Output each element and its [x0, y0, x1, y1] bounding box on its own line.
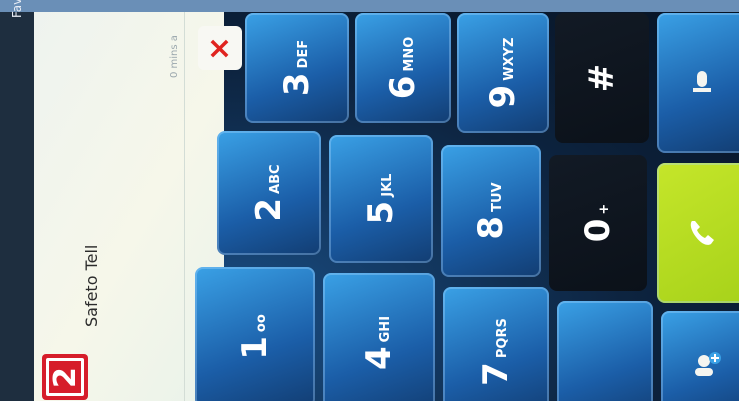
voicemail-icon: oo — [254, 314, 269, 333]
key-8-letters: TUV — [490, 182, 505, 212]
key-1-digit: 1 — [235, 336, 275, 360]
divider — [184, 12, 185, 401]
key-2-digit: 2 — [249, 197, 289, 222]
keypad: 3DEF 6MNO 9WXYZ # 2ABC 5JKL 8TUV 0+ 1oo … — [195, 5, 739, 401]
key-1[interactable]: 1 oo — [195, 267, 315, 401]
key-7[interactable]: 7 PQRS — [443, 287, 549, 401]
key-4-digit: 4 — [359, 346, 399, 371]
key-9-digit: 9 — [483, 84, 523, 109]
key-8-digit: 8 — [471, 215, 511, 240]
dialer-screen: Favorite Safeto Tell 0 mins a × 2 3DEF 6… — [0, 0, 739, 401]
tab-favorite[interactable]: Favorite — [10, 0, 24, 18]
key-0[interactable]: 0+ — [549, 155, 647, 291]
key-6[interactable]: 6 MNO — [355, 13, 451, 123]
key-0-digit: 0 — [578, 218, 618, 243]
key-5[interactable]: 5 JKL — [329, 135, 433, 263]
microphone-icon — [693, 71, 711, 92]
key-9[interactable]: 9 WXYZ — [457, 13, 549, 133]
call-button[interactable] — [657, 163, 739, 303]
key-2[interactable]: 2 ABC — [217, 131, 321, 255]
badge-number: 2 — [47, 366, 83, 388]
key-5-letters: JKL — [380, 173, 395, 197]
mic-button[interactable] — [657, 13, 739, 153]
key-star[interactable] — [557, 301, 653, 401]
key-8[interactable]: 8 TUV — [441, 145, 541, 277]
contact-name: Safeto Tell — [82, 244, 101, 327]
key-3-letters: DEF — [296, 39, 311, 69]
phone-icon — [690, 221, 714, 245]
key-3[interactable]: 3 DEF — [245, 13, 349, 123]
add-contact-button[interactable] — [661, 311, 739, 401]
key-4-letters: GHI — [378, 315, 393, 343]
key-0-letters: + — [597, 203, 612, 215]
key-7-letters: PQRS — [495, 318, 510, 359]
contact-badge: 2 — [42, 354, 88, 400]
key-3-digit: 3 — [277, 72, 317, 97]
key-hash[interactable]: # — [555, 13, 649, 143]
key-hash-digit: # — [582, 63, 622, 93]
left-nav: Favorite — [0, 0, 34, 401]
key-2-letters: ABC — [268, 164, 283, 194]
key-4[interactable]: 4 GHI — [323, 273, 435, 401]
add-contact-icon — [695, 352, 721, 376]
key-6-letters: MNO — [402, 36, 417, 72]
last-call-time: 0 mins a — [169, 35, 180, 78]
key-7-digit: 7 — [476, 362, 516, 386]
key-5-digit: 5 — [361, 200, 401, 225]
key-9-letters: WXYZ — [502, 37, 517, 81]
key-6-digit: 6 — [383, 75, 423, 100]
